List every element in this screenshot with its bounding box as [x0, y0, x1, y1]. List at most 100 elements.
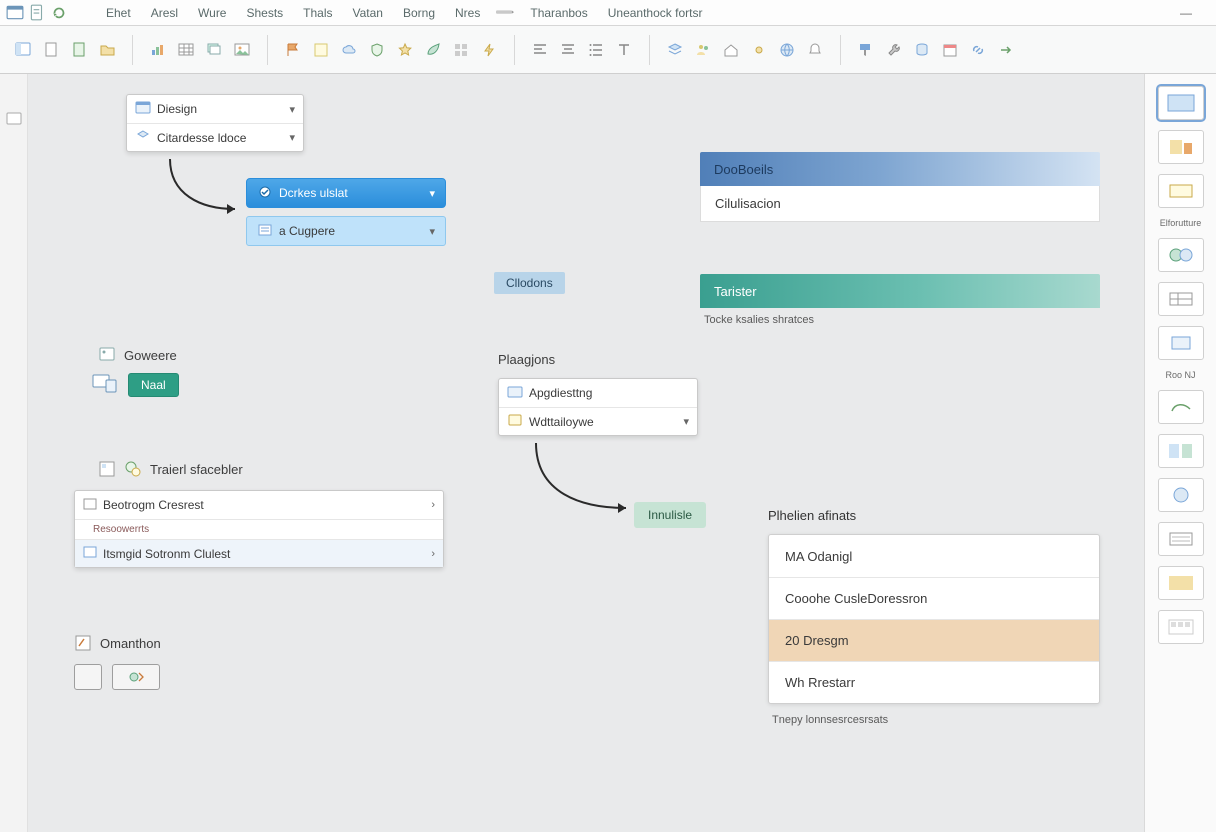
thumb-2[interactable]: [1158, 130, 1204, 164]
refresh-icon[interactable]: [50, 6, 68, 20]
rb-note-icon[interactable]: [310, 39, 332, 61]
rb-people-icon[interactable]: [692, 39, 714, 61]
rb-link-icon[interactable]: [967, 39, 989, 61]
phelien-row-0[interactable]: MA Odanigl: [769, 535, 1099, 577]
rb-align-center-icon[interactable]: [557, 39, 579, 61]
menu-ehet[interactable]: Ehet: [98, 2, 139, 24]
menu-tharanbos[interactable]: Tharanbos: [522, 2, 595, 24]
menu-shests[interactable]: Shests: [238, 2, 291, 24]
phelien-row-2[interactable]: 20 Dresgm: [769, 619, 1099, 661]
onation-icon: [74, 634, 92, 652]
row-icon: [83, 497, 97, 514]
trailer-row-0[interactable]: Beotrogm Cresrest ›: [75, 491, 443, 519]
rb-db-icon[interactable]: [911, 39, 933, 61]
tarister-bar: Tarister: [700, 274, 1100, 308]
rb-text-icon[interactable]: [613, 39, 635, 61]
chevron-right-icon: ›: [431, 499, 435, 511]
onation-button[interactable]: [112, 664, 160, 690]
rb-align-left-icon[interactable]: [529, 39, 551, 61]
rail-rect-icon[interactable]: [6, 112, 22, 126]
rb-folder-icon[interactable]: [96, 39, 118, 61]
gowere-section: Goweere: [98, 346, 177, 364]
menu-uneanthock[interactable]: Uneanthock fortsr: [600, 2, 711, 24]
thumb-10[interactable]: [1158, 522, 1204, 556]
rb-doc-green-icon[interactable]: [68, 39, 90, 61]
menu-nres[interactable]: Nres: [447, 2, 488, 24]
gowere-icon: [98, 346, 116, 364]
rb-cloud-icon[interactable]: [338, 39, 360, 61]
plagons-row-0[interactable]: Apgdiesttng: [499, 379, 697, 407]
thumb-8[interactable]: [1158, 434, 1204, 468]
plagons-icon-0: [507, 385, 523, 402]
thumb-5[interactable]: [1158, 282, 1204, 316]
rb-page-icon[interactable]: [40, 39, 62, 61]
plagons-title: Plaagjons: [498, 352, 555, 367]
rb-flag-icon[interactable]: [282, 39, 304, 61]
gowere-title: Goweere: [124, 348, 177, 363]
rb-wrench-icon[interactable]: [883, 39, 905, 61]
clodons-tag: Cllodons: [494, 272, 565, 294]
innusle-chip[interactable]: Innulisle: [634, 502, 706, 528]
rb-list-icon[interactable]: [585, 39, 607, 61]
thumb-11[interactable]: [1158, 566, 1204, 600]
dropdown-design[interactable]: Diesign ▾ Citardesse ldoce ▾: [126, 94, 304, 152]
plagons-row-1[interactable]: Wdttailoywe ▾: [499, 407, 697, 435]
rb-globe-icon[interactable]: [776, 39, 798, 61]
plagons-row-0-label: Apgdiesttng: [529, 386, 592, 400]
plagons-icon-1: [507, 413, 523, 430]
dropdown-sub-label: a Cugpere: [279, 224, 335, 238]
menu-aresl[interactable]: Aresl: [143, 2, 186, 24]
thumb-4[interactable]: [1158, 238, 1204, 272]
menu-borng[interactable]: Borng: [395, 2, 443, 24]
tarister-label: Tarister: [714, 284, 757, 299]
trailer-row-2[interactable]: Itsmgid Sotronm Clulest ›: [75, 539, 443, 567]
trailer-row-1[interactable]: Resoowerrts: [75, 519, 443, 539]
menu-wure[interactable]: Wure: [190, 2, 234, 24]
rb-grid-icon[interactable]: [450, 39, 472, 61]
rb-pic-icon[interactable]: [231, 39, 253, 61]
thumb-12[interactable]: [1158, 610, 1204, 644]
rb-bell-icon[interactable]: [804, 39, 826, 61]
rb-layers-icon[interactable]: [664, 39, 686, 61]
citar-icon: [135, 129, 151, 146]
menu-bar: Ehet Aresl Wure Shests Thals Vatan Borng…: [0, 0, 1216, 26]
rb-star-icon[interactable]: [394, 39, 416, 61]
menu-thals[interactable]: Thals: [295, 2, 340, 24]
doobels-row[interactable]: Cilulisacion: [700, 186, 1100, 222]
thumb-7[interactable]: [1158, 390, 1204, 424]
thumb-6[interactable]: [1158, 326, 1204, 360]
trailer-row-0-label: Beotrogm Cresrest: [103, 498, 204, 512]
trailer-icon-2: [124, 460, 142, 478]
thumb-9[interactable]: [1158, 478, 1204, 512]
rb-sun-icon[interactable]: [748, 39, 770, 61]
dropdown-citar-label: Citardesse ldoce: [157, 131, 246, 145]
rb-arrow-icon[interactable]: [995, 39, 1017, 61]
gowere-pill[interactable]: Naal: [128, 373, 179, 397]
rb-leaf-icon[interactable]: [422, 39, 444, 61]
rb-shield-icon[interactable]: [366, 39, 388, 61]
phelien-row-1[interactable]: Cooohe CusleDoressron: [769, 577, 1099, 619]
chevron-down-icon: ▾: [429, 225, 435, 238]
phelien-caption: Tnepy lonnsesrcesrsats: [772, 714, 888, 726]
dropdown-sub[interactable]: a Cugpere ▾: [246, 216, 446, 246]
rb-paint-icon[interactable]: [855, 39, 877, 61]
phelien-row-3[interactable]: Wh Rrestarr: [769, 661, 1099, 703]
menu-vatan[interactable]: Vatan: [345, 2, 391, 24]
dropdown-highlight[interactable]: Dcrkes ulslat ▾: [246, 178, 446, 208]
rb-panel-icon[interactable]: [12, 39, 34, 61]
onation-checkbox[interactable]: [74, 664, 102, 690]
gowere-device-icon: [92, 372, 118, 397]
trailer-row-1-label: Resoowerrts: [93, 524, 149, 535]
thumb-3[interactable]: [1158, 174, 1204, 208]
rb-stack-icon[interactable]: [203, 39, 225, 61]
rb-bolt-icon[interactable]: [478, 39, 500, 61]
rb-table-icon[interactable]: [175, 39, 197, 61]
rb-home-icon[interactable]: [720, 39, 742, 61]
thumb-1[interactable]: [1158, 86, 1204, 120]
minimize-icon[interactable]: —: [1162, 6, 1210, 20]
trailer-list: Beotrogm Cresrest › Resoowerrts Itsmgid …: [74, 490, 444, 568]
rb-chart-icon[interactable]: [147, 39, 169, 61]
doobels-title: DooBoeils: [714, 162, 773, 177]
rb-calendar-icon[interactable]: [939, 39, 961, 61]
pencil-icon: [496, 7, 514, 19]
